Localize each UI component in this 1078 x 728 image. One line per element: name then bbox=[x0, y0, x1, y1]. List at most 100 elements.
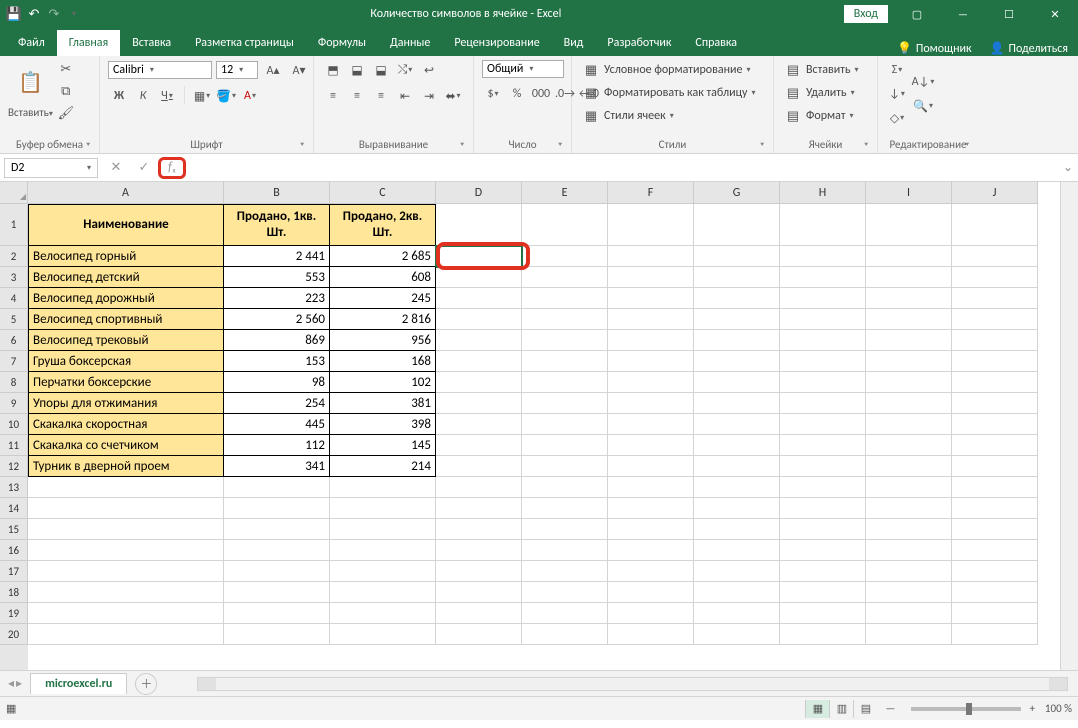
sort-filter-icon[interactable]: A↓▾ bbox=[912, 72, 934, 92]
cell-J20[interactable] bbox=[952, 624, 1038, 645]
cell-H16[interactable] bbox=[780, 540, 866, 561]
align-middle-icon[interactable]: ⬓ bbox=[346, 60, 368, 80]
cell-D19[interactable] bbox=[436, 603, 522, 624]
cell-F10[interactable] bbox=[608, 414, 694, 435]
cell-I18[interactable] bbox=[866, 582, 952, 603]
minimize-icon[interactable]: — bbox=[940, 0, 986, 28]
cell-D14[interactable] bbox=[436, 498, 522, 519]
row-header-5[interactable]: 5 bbox=[0, 309, 28, 330]
row-header-15[interactable]: 15 bbox=[0, 519, 28, 540]
cell-G18[interactable] bbox=[694, 582, 780, 603]
cell-G15[interactable] bbox=[694, 519, 780, 540]
cell-A6[interactable]: Велосипед трековый bbox=[28, 330, 224, 351]
vertical-scrollbar[interactable] bbox=[1060, 182, 1078, 670]
cell-F7[interactable] bbox=[608, 351, 694, 372]
column-header-B[interactable]: B bbox=[224, 182, 330, 204]
cell-E16[interactable] bbox=[522, 540, 608, 561]
cell-E4[interactable] bbox=[522, 288, 608, 309]
cell-A15[interactable] bbox=[28, 519, 224, 540]
cell-I13[interactable] bbox=[866, 477, 952, 498]
cell-J5[interactable] bbox=[952, 309, 1038, 330]
fill-icon[interactable]: ↓▾ bbox=[886, 84, 908, 104]
delete-cells-button[interactable]: ▤Удалить▾ bbox=[782, 83, 857, 103]
cell-B5[interactable]: 2 560 bbox=[224, 309, 330, 330]
cell-C8[interactable]: 102 bbox=[330, 372, 436, 393]
cell-B14[interactable] bbox=[224, 498, 330, 519]
tab-help[interactable]: Справка bbox=[683, 30, 749, 56]
cell-C20[interactable] bbox=[330, 624, 436, 645]
row-header-8[interactable]: 8 bbox=[0, 372, 28, 393]
cell-D2[interactable] bbox=[436, 246, 522, 267]
cell-G14[interactable] bbox=[694, 498, 780, 519]
cell-G17[interactable] bbox=[694, 561, 780, 582]
cell-C12[interactable]: 214 bbox=[330, 456, 436, 477]
shrink-font-icon[interactable]: A▾ bbox=[288, 60, 310, 80]
cell-F15[interactable] bbox=[608, 519, 694, 540]
cell-I9[interactable] bbox=[866, 393, 952, 414]
cell-J4[interactable] bbox=[952, 288, 1038, 309]
align-right-icon[interactable]: ≡ bbox=[370, 86, 392, 106]
cell-D20[interactable] bbox=[436, 624, 522, 645]
cell-A14[interactable] bbox=[28, 498, 224, 519]
cell-J9[interactable] bbox=[952, 393, 1038, 414]
cell-H12[interactable] bbox=[780, 456, 866, 477]
cell-D13[interactable] bbox=[436, 477, 522, 498]
cell-D10[interactable] bbox=[436, 414, 522, 435]
tell-me[interactable]: 💡Помощник bbox=[897, 41, 972, 56]
cell-B18[interactable] bbox=[224, 582, 330, 603]
cell-I11[interactable] bbox=[866, 435, 952, 456]
clear-icon[interactable]: ◇▾ bbox=[886, 108, 908, 128]
cell-A12[interactable]: Турник в дверной проем bbox=[28, 456, 224, 477]
cell-H8[interactable] bbox=[780, 372, 866, 393]
wrap-text-icon[interactable]: ↩ bbox=[418, 60, 440, 80]
tab-data[interactable]: Данные bbox=[378, 30, 442, 56]
cell-F17[interactable] bbox=[608, 561, 694, 582]
orientation-icon[interactable]: ⤭▾ bbox=[394, 60, 416, 80]
redo-icon[interactable]: ↷ bbox=[46, 6, 62, 22]
cell-H5[interactable] bbox=[780, 309, 866, 330]
cell-B7[interactable]: 153 bbox=[224, 351, 330, 372]
cell-J3[interactable] bbox=[952, 267, 1038, 288]
cell-I10[interactable] bbox=[866, 414, 952, 435]
cell-B16[interactable] bbox=[224, 540, 330, 561]
cell-C11[interactable]: 145 bbox=[330, 435, 436, 456]
cell-E1[interactable] bbox=[522, 204, 608, 246]
underline-button[interactable]: Ч▾ bbox=[156, 86, 178, 106]
row-header-7[interactable]: 7 bbox=[0, 351, 28, 372]
column-header-F[interactable]: F bbox=[608, 182, 694, 204]
cell-D7[interactable] bbox=[436, 351, 522, 372]
cell-I6[interactable] bbox=[866, 330, 952, 351]
cell-C17[interactable] bbox=[330, 561, 436, 582]
format-as-table-button[interactable]: ▦Форматировать как таблицу▾ bbox=[580, 83, 758, 103]
cell-D11[interactable] bbox=[436, 435, 522, 456]
tab-home[interactable]: Главная bbox=[57, 30, 120, 56]
cell-I1[interactable] bbox=[866, 204, 952, 246]
cell-C10[interactable]: 398 bbox=[330, 414, 436, 435]
cell-A7[interactable]: Груша боксерская bbox=[28, 351, 224, 372]
grow-font-icon[interactable]: A▴ bbox=[262, 60, 284, 80]
column-header-H[interactable]: H bbox=[780, 182, 866, 204]
cell-B8[interactable]: 98 bbox=[224, 372, 330, 393]
insert-function-button[interactable]: fₓ bbox=[158, 157, 186, 179]
cell-H14[interactable] bbox=[780, 498, 866, 519]
cell-D5[interactable] bbox=[436, 309, 522, 330]
cell-F6[interactable] bbox=[608, 330, 694, 351]
cell-G5[interactable] bbox=[694, 309, 780, 330]
cell-C16[interactable] bbox=[330, 540, 436, 561]
cell-C3[interactable]: 608 bbox=[330, 267, 436, 288]
cell-E13[interactable] bbox=[522, 477, 608, 498]
cell-E12[interactable] bbox=[522, 456, 608, 477]
cell-A20[interactable] bbox=[28, 624, 224, 645]
row-header-20[interactable]: 20 bbox=[0, 624, 28, 645]
cell-D3[interactable] bbox=[436, 267, 522, 288]
cell-H4[interactable] bbox=[780, 288, 866, 309]
row-header-10[interactable]: 10 bbox=[0, 414, 28, 435]
cell-G4[interactable] bbox=[694, 288, 780, 309]
page-break-view-icon[interactable]: ▤ bbox=[853, 700, 877, 718]
cell-A10[interactable]: Скакалка скоростная bbox=[28, 414, 224, 435]
share-button[interactable]: 👤Поделиться bbox=[990, 41, 1068, 56]
formula-input[interactable] bbox=[186, 166, 1058, 170]
cell-H13[interactable] bbox=[780, 477, 866, 498]
indent-increase-icon[interactable]: ⇥ bbox=[418, 86, 440, 106]
cell-I2[interactable] bbox=[866, 246, 952, 267]
